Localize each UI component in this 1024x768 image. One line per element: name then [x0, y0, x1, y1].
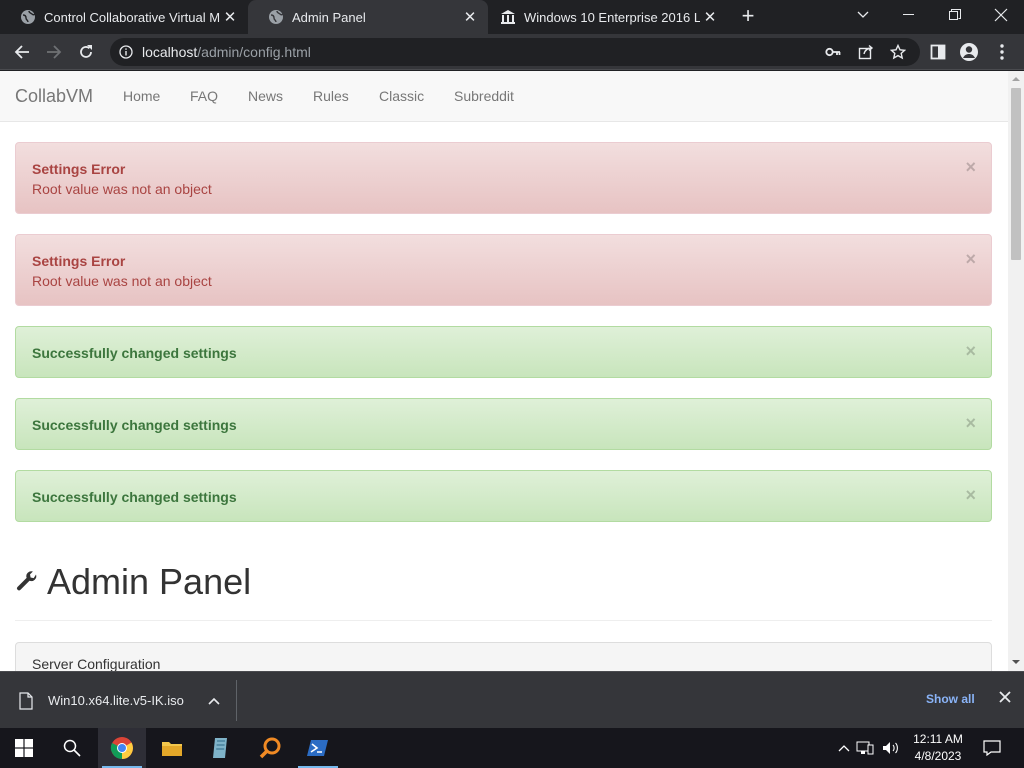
- tab-close-button[interactable]: ✕: [460, 7, 480, 27]
- start-button[interactable]: [0, 728, 48, 768]
- chrome-icon: [110, 737, 133, 759]
- bookmark-star-icon[interactable]: [889, 43, 907, 65]
- chat-icon: [983, 740, 1001, 756]
- page-viewport: CollabVM Home FAQ News Rules Classic Sub…: [0, 71, 1008, 671]
- page-scrollbar[interactable]: [1008, 71, 1024, 671]
- notebook-icon: [213, 738, 227, 758]
- nav-link-rules[interactable]: Rules: [313, 88, 349, 104]
- tab-admin-panel[interactable]: Admin Panel ✕: [248, 0, 488, 34]
- profile-avatar[interactable]: [955, 38, 983, 66]
- forward-button[interactable]: [40, 38, 68, 66]
- navbar-brand[interactable]: CollabVM: [15, 86, 93, 107]
- alert-title: Successfully changed settings: [32, 345, 237, 361]
- tab-title: Admin Panel: [292, 9, 366, 25]
- minimize-button[interactable]: [886, 0, 932, 30]
- download-item[interactable]: Win10.x64.lite.v5-IK.iso: [18, 672, 220, 729]
- key-icon[interactable]: [825, 44, 841, 65]
- notebook-app-button[interactable]: [196, 728, 244, 768]
- url-text: localhost/admin/config.html: [142, 44, 311, 60]
- download-filename: Win10.x64.lite.v5-IK.iso: [48, 693, 184, 708]
- chevron-up-icon[interactable]: [838, 744, 854, 752]
- taskbar: 12:11 AM 4/8/2023: [0, 728, 1024, 768]
- divider: [15, 620, 992, 621]
- nav-link-news[interactable]: News: [248, 88, 283, 104]
- magnifier-icon: [259, 737, 281, 759]
- tab-title: Control Collaborative Virtual Machines: [44, 9, 220, 25]
- server-config-panel: Server Configuration: [15, 642, 992, 671]
- powershell-icon: [307, 740, 328, 756]
- nav-link-faq[interactable]: FAQ: [190, 88, 218, 104]
- close-window-button[interactable]: [978, 0, 1024, 30]
- globe-icon: [20, 9, 36, 25]
- success-alert: Successfully changed settings ×: [15, 326, 992, 378]
- page-title: Admin Panel: [15, 561, 251, 603]
- wrench-icon: [15, 570, 39, 594]
- side-panel-icon[interactable]: [924, 38, 952, 66]
- alert-close-button[interactable]: ×: [965, 157, 976, 178]
- download-bar: Win10.x64.lite.v5-IK.iso Show all: [0, 671, 1024, 728]
- clock-time: 12:11 AM: [913, 732, 963, 746]
- search-button[interactable]: [48, 728, 96, 768]
- system-tray: [838, 728, 902, 768]
- alert-close-button[interactable]: ×: [965, 485, 976, 506]
- share-icon[interactable]: [858, 44, 874, 65]
- tab-close-button[interactable]: ✕: [700, 7, 720, 27]
- tab-close-button[interactable]: ✕: [220, 7, 240, 27]
- powershell-button[interactable]: [294, 728, 342, 768]
- volume-icon[interactable]: [882, 741, 902, 755]
- alert-title: Successfully changed settings: [32, 489, 237, 505]
- chevron-up-icon[interactable]: [208, 697, 220, 705]
- reload-button[interactable]: [72, 38, 100, 66]
- tab-collabvm[interactable]: Control Collaborative Virtual Machines ✕: [0, 0, 248, 34]
- page-title-text: Admin Panel: [47, 561, 252, 602]
- tab-strip: Control Collaborative Virtual Machines ✕…: [0, 0, 1024, 34]
- alert-title: Settings Error: [32, 253, 126, 269]
- info-icon[interactable]: [119, 45, 133, 64]
- alert-close-button[interactable]: ×: [965, 341, 976, 362]
- url-path: /admin/config.html: [197, 44, 311, 60]
- site-navbar: CollabVM Home FAQ News Rules Classic Sub…: [0, 71, 1008, 122]
- network-icon[interactable]: [856, 741, 880, 755]
- divider: [236, 680, 237, 721]
- scroll-up-icon[interactable]: [1012, 76, 1020, 82]
- tab-windows-10[interactable]: Windows 10 Enterprise 2016 LTSB ✕: [480, 0, 728, 34]
- alert-title: Successfully changed settings: [32, 417, 237, 433]
- file-icon: [18, 691, 34, 710]
- nav-link-classic[interactable]: Classic: [379, 88, 424, 104]
- show-all-button[interactable]: Show all: [926, 692, 975, 706]
- url-host: localhost: [142, 44, 198, 60]
- magnifier-app-button[interactable]: [246, 728, 294, 768]
- tab-title: Windows 10 Enterprise 2016 LTSB: [524, 9, 700, 25]
- clock-date: 4/8/2023: [914, 749, 962, 763]
- close-download-bar-button[interactable]: [998, 690, 1012, 709]
- alert-close-button[interactable]: ×: [965, 249, 976, 270]
- scrollbar-thumb[interactable]: [1011, 88, 1021, 260]
- globe-icon: [268, 9, 284, 25]
- tab-search-button[interactable]: [840, 0, 886, 30]
- error-alert: Settings Error Root value was not an obj…: [15, 142, 992, 214]
- menu-dots-icon[interactable]: [988, 38, 1016, 66]
- alert-message: Root value was not an object: [32, 181, 212, 197]
- archive-icon: [500, 9, 516, 25]
- restore-button[interactable]: [932, 0, 978, 30]
- browser-toolbar: localhost/admin/config.html: [0, 34, 1024, 70]
- nav-link-home[interactable]: Home: [123, 88, 160, 104]
- nav-link-subreddit[interactable]: Subreddit: [454, 88, 514, 104]
- alert-message: Root value was not an object: [32, 273, 212, 289]
- back-button[interactable]: [8, 38, 36, 66]
- panel-heading: Server Configuration: [32, 656, 161, 671]
- scroll-down-icon[interactable]: [1012, 659, 1020, 665]
- clock[interactable]: 12:11 AM 4/8/2023: [904, 731, 972, 765]
- success-alert: Successfully changed settings ×: [15, 470, 992, 522]
- new-tab-button[interactable]: +: [737, 5, 759, 28]
- error-alert: Settings Error Root value was not an obj…: [15, 234, 992, 306]
- address-bar[interactable]: localhost/admin/config.html: [110, 38, 920, 66]
- file-explorer-button[interactable]: [148, 728, 196, 768]
- success-alert: Successfully changed settings ×: [15, 398, 992, 450]
- alert-title: Settings Error: [32, 161, 126, 177]
- alert-close-button[interactable]: ×: [965, 413, 976, 434]
- notifications-button[interactable]: [968, 728, 1016, 768]
- folder-icon: [162, 742, 182, 756]
- chrome-taskbar-button[interactable]: [98, 728, 146, 768]
